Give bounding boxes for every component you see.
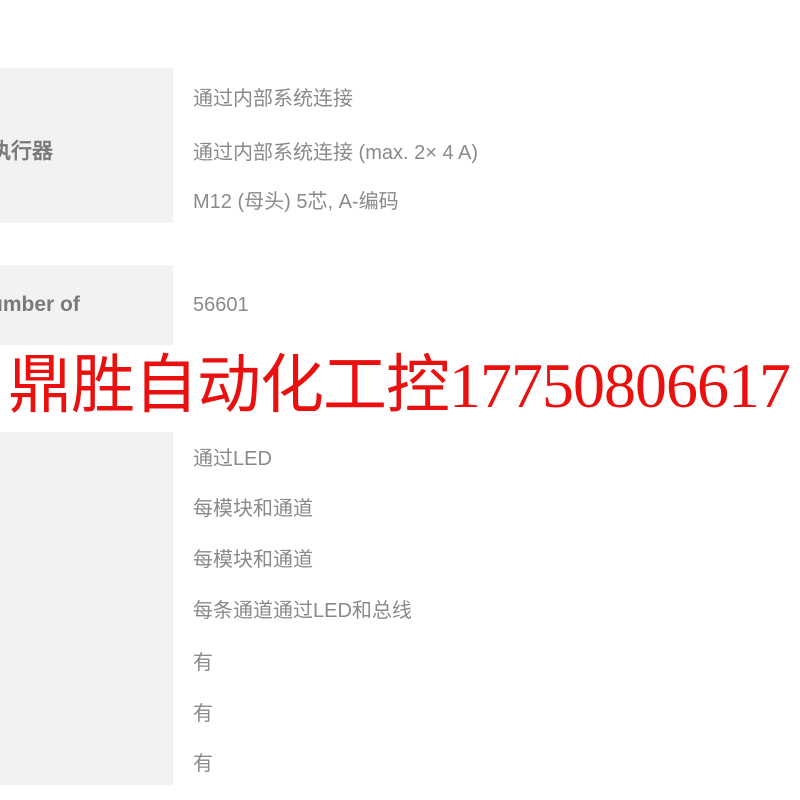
row-label-cell — [0, 583, 173, 634]
row-label-cell — [0, 634, 173, 686]
row-label-cell — [0, 686, 173, 737]
row-value-cell: 通过LED — [173, 432, 800, 481]
table-row: 有 — [0, 737, 800, 785]
table-row: 执行器 通过内部系统连接 (max. 2× 4 A) — [0, 125, 800, 175]
row-label-cell — [0, 532, 173, 583]
row-value-text: 每模块和通道 — [193, 549, 313, 571]
row-value-text: 通过内部系统连接 — [193, 88, 353, 110]
table-row: 每条通道通过LED和总线 — [0, 583, 800, 634]
table-row: M12 (母头) 5芯, A-编码 — [0, 175, 800, 223]
row-value-cell: 通过内部系统连接 — [173, 68, 800, 125]
row-label-cell — [0, 432, 173, 481]
row-value-text: 通过内部系统连接 (max. 2× 4 A) — [193, 141, 479, 164]
row-value-cell: 每模块和通道 — [173, 532, 800, 583]
row-value-cell: 通过内部系统连接 (max. 2× 4 A) — [173, 125, 800, 175]
row-value-cell: M12 (母头) 5芯, A-编码 — [173, 175, 800, 223]
row-value-cell: 每条通道通过LED和总线 — [173, 583, 800, 634]
table-row: 每模块和通道 — [0, 532, 800, 583]
row-value-text: 有 — [193, 752, 213, 775]
table-row: umber of 56601 — [0, 265, 800, 345]
table-row: 通过LED — [0, 432, 800, 481]
row-value-text: 通过LED — [193, 448, 272, 470]
table-row: 有 — [0, 634, 800, 686]
row-label-cell — [0, 481, 173, 532]
table-row: 通过内部系统连接 — [0, 68, 800, 125]
row-label-cell — [0, 68, 173, 125]
row-value-text: M12 (母头) 5芯, A-编码 — [193, 190, 399, 213]
row-value-cell: 有 — [173, 686, 800, 737]
table-row: 每模块和通道 — [0, 481, 800, 532]
row-value-cell: 有 — [173, 634, 800, 686]
row-label-text: umber of — [0, 293, 80, 316]
row-value-cell: 56601 — [173, 265, 800, 345]
row-value-cell: 每模块和通道 — [173, 481, 800, 532]
row-label-cell: umber of — [0, 265, 173, 345]
row-label-text: 执行器 — [0, 140, 53, 163]
row-value-text: 每条通道通过LED和总线 — [193, 600, 412, 622]
row-value-text: 有 — [193, 703, 213, 725]
row-label-cell — [0, 175, 173, 223]
row-value-text: 每模块和通道 — [193, 498, 313, 520]
row-value-cell: 有 — [173, 737, 800, 785]
row-value-text: 56601 — [193, 293, 249, 316]
row-value-text: 有 — [193, 651, 213, 674]
watermark-text: 鼎胜自动化工控17750806617 — [8, 350, 791, 421]
table-row: 有 — [0, 686, 800, 737]
row-label-cell: 执行器 — [0, 125, 173, 175]
row-label-cell — [0, 737, 173, 785]
